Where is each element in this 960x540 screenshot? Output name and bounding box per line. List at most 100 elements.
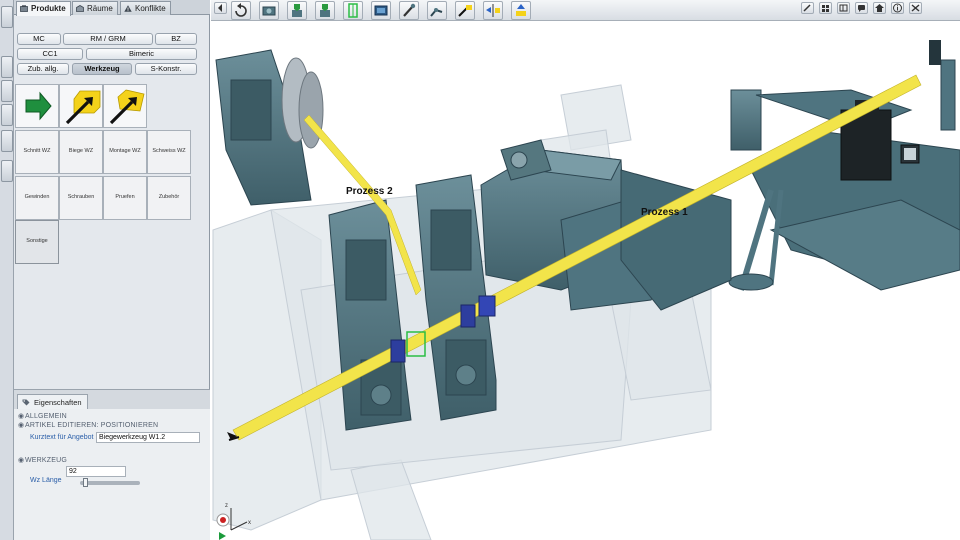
section-werkzeug[interactable]: ◉WERKZEUG <box>18 456 67 464</box>
tool-arrow-icon <box>65 90 101 125</box>
wrench-button[interactable] <box>801 2 814 14</box>
tab-eigenschaften[interactable]: Eigenschaften <box>17 394 88 410</box>
tile-schrauben[interactable]: Schrauben <box>59 176 103 220</box>
home-icon <box>875 4 884 12</box>
chat-button[interactable] <box>855 2 868 14</box>
undo-button[interactable] <box>231 1 251 20</box>
play-icon[interactable] <box>219 532 226 540</box>
tile-green-arrow[interactable] <box>15 84 59 128</box>
wz-laenge-label: Wz Länge <box>30 477 62 484</box>
wrench-icon <box>803 4 811 12</box>
tag-icon <box>22 399 30 406</box>
tile-label: Biege WZ <box>68 148 94 154</box>
sidebar-tool-button-2[interactable] <box>1 56 13 78</box>
tile-montage-wz[interactable]: Montage WZ <box>103 130 147 174</box>
grid-icon <box>822 5 829 12</box>
rooms-icon <box>76 5 84 12</box>
tab-raeume[interactable]: Räume <box>72 1 118 15</box>
tile-label: Schweiss WZ <box>152 148 186 154</box>
filter-button-cc1[interactable]: CC1 <box>17 48 83 60</box>
filter-button-bz[interactable]: BZ <box>155 33 197 45</box>
viewport-toolbar <box>211 0 960 21</box>
wz-laenge-slider[interactable] <box>80 481 140 485</box>
collapse-button[interactable] <box>214 2 227 14</box>
tile-label: Gewinden <box>24 194 50 200</box>
filter-button-bimeric[interactable]: Bimeric <box>86 48 197 60</box>
tab-konflikte-label: Konflikte <box>135 4 166 13</box>
vertical-sidebar-strip <box>0 0 14 540</box>
panel-icon <box>839 4 848 12</box>
lift-button[interactable] <box>511 1 531 20</box>
machine-scene[interactable]: z x <box>211 0 960 540</box>
tile-gewinden[interactable]: Gewinden <box>15 176 59 220</box>
process-2-label: Prozess 2 <box>346 186 393 197</box>
tab-raeume-label: Räume <box>87 4 113 13</box>
screen-icon <box>374 5 388 16</box>
green-arrow-icon <box>25 91 52 121</box>
wz-laenge-slider-thumb[interactable] <box>83 478 88 487</box>
caret-icon: ◉ <box>18 413 25 420</box>
tab-konflikte[interactable]: Konflikte <box>120 1 171 15</box>
section-werkzeug-label: WERKZEUG <box>25 457 68 464</box>
record-icon <box>220 517 226 523</box>
plug-button[interactable] <box>399 1 419 20</box>
tile-label: Schnitt WZ <box>23 148 51 154</box>
tile-sonstige[interactable]: Sonstige <box>15 220 59 264</box>
tile-schweiss-wz[interactable]: Schweiss WZ <box>147 130 191 174</box>
screen-button[interactable] <box>371 1 391 20</box>
chat-icon <box>858 5 865 12</box>
tile-biege-wz[interactable]: Biege WZ <box>59 130 103 174</box>
view-front-button[interactable] <box>287 1 307 20</box>
green-frame-button[interactable] <box>343 1 363 20</box>
sidebar-tool-button-6[interactable] <box>1 160 13 182</box>
arm-button[interactable] <box>427 1 447 20</box>
align-button[interactable] <box>483 1 503 20</box>
tile-zubehoer[interactable]: Zubehör <box>147 176 191 220</box>
tile-label: Montage WZ <box>109 148 141 154</box>
info-icon <box>893 3 902 13</box>
tile-tool-1[interactable] <box>59 84 103 128</box>
camera-view-icon <box>262 6 276 16</box>
properties-tab-label: Eigenschaften <box>34 398 82 407</box>
tile-label: Pruefen <box>115 194 135 200</box>
tile-label: Zubehör <box>158 194 180 200</box>
tile-tool-2[interactable] <box>103 84 147 128</box>
view-side-icon <box>320 4 330 17</box>
filter-button-s-konstr[interactable]: S-Konstr. <box>135 63 197 75</box>
panel-tab-bar: Produkte Räume Konflikte <box>14 0 210 16</box>
tile-pruefen[interactable]: Pruefen <box>103 176 147 220</box>
caret-icon: ◉ <box>18 422 25 429</box>
caret-icon: ◉ <box>18 457 25 464</box>
tool-button[interactable] <box>455 1 475 20</box>
filter-button-mc[interactable]: MC <box>17 33 61 45</box>
section-edit-label: ARTIKEL EDITIEREN: POSITIONIEREN <box>25 422 159 429</box>
view-side-button[interactable] <box>315 1 335 20</box>
panel-button[interactable] <box>837 2 850 14</box>
close-button[interactable] <box>909 2 922 14</box>
undo-icon <box>235 3 247 17</box>
3d-viewport[interactable]: z x Prozess 2 Prozess 1 <box>211 0 960 540</box>
filter-button-zub-allg[interactable]: Zub. allg. <box>17 63 69 75</box>
filter-button-rm-grm[interactable]: RM / GRM <box>63 33 153 45</box>
section-artikel-editieren[interactable]: ◉ARTIKEL EDITIEREN: POSITIONIEREN <box>18 421 158 429</box>
sidebar-tool-button-1[interactable] <box>1 6 13 28</box>
section-allgemein[interactable]: ◉ALLGEMEIN <box>18 412 67 420</box>
tile-schnitt-wz[interactable]: Schnitt WZ <box>15 130 59 174</box>
arm-icon <box>430 8 443 17</box>
tool-arrow-icon <box>109 89 145 125</box>
kurztext-input[interactable]: Biegewerkzeug W1.2 <box>96 432 200 443</box>
sidebar-tool-button-4[interactable] <box>1 104 13 126</box>
lift-icon <box>516 4 526 16</box>
tab-produkte[interactable]: Produkte <box>16 1 71 16</box>
section-allgemein-label: ALLGEMEIN <box>25 413 67 420</box>
filter-button-werkzeug[interactable]: Werkzeug <box>72 63 132 75</box>
home-button[interactable] <box>873 2 886 14</box>
sidebar-tool-button-3[interactable] <box>1 80 13 102</box>
camera-view-button[interactable] <box>259 1 279 20</box>
tile-label: Sonstige <box>26 238 48 244</box>
tool-icon <box>458 5 472 17</box>
info-button[interactable] <box>891 2 904 14</box>
sidebar-tool-button-5[interactable] <box>1 130 13 152</box>
wz-laenge-input[interactable]: 92 <box>66 466 126 477</box>
grid-button[interactable] <box>819 2 832 14</box>
